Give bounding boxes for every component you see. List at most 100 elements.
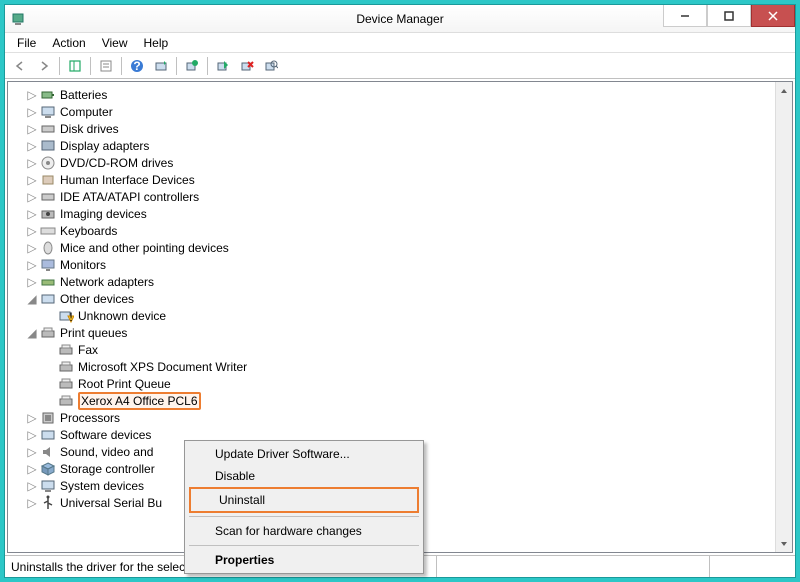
warning-icon: !	[58, 308, 74, 324]
cpu-icon	[40, 410, 56, 426]
tree-node-other[interactable]: ◢Other devices	[26, 290, 788, 307]
tree-node-display[interactable]: ▷Display adapters	[26, 137, 788, 154]
context-menu: Update Driver Software... Disable Uninst…	[184, 440, 424, 574]
tree-node-print-queues[interactable]: ◢Print queues	[26, 324, 788, 341]
separator	[176, 57, 177, 75]
expand-icon[interactable]: ▷	[26, 497, 38, 509]
tree-node-root-print[interactable]: Root Print Queue	[44, 375, 788, 392]
menu-action[interactable]: Action	[44, 34, 93, 52]
tree-node-keyboards[interactable]: ▷Keyboards	[26, 222, 788, 239]
separator	[207, 57, 208, 75]
properties-button[interactable]	[95, 55, 117, 77]
tree-node-disk-drives[interactable]: ▷Disk drives	[26, 120, 788, 137]
tree-node-fax[interactable]: Fax	[44, 341, 788, 358]
menu-separator	[189, 545, 419, 546]
storage-icon	[40, 461, 56, 477]
expand-icon[interactable]: ▷	[26, 174, 38, 186]
tree-node-xps[interactable]: Microsoft XPS Document Writer	[44, 358, 788, 375]
maximize-button[interactable]	[707, 5, 751, 27]
expand-icon[interactable]: ▷	[26, 480, 38, 492]
menu-help[interactable]: Help	[136, 34, 177, 52]
scan-button[interactable]	[150, 55, 172, 77]
svg-text:?: ?	[133, 59, 140, 73]
tree-node-dvd[interactable]: ▷DVD/CD-ROM drives	[26, 154, 788, 171]
sound-icon	[40, 444, 56, 460]
help-button[interactable]: ?	[126, 55, 148, 77]
network-icon	[40, 274, 56, 290]
printer-icon	[40, 325, 56, 341]
keyboard-icon	[40, 223, 56, 239]
tree-node-monitors[interactable]: ▷Monitors	[26, 256, 788, 273]
dvd-icon	[40, 155, 56, 171]
collapse-icon[interactable]: ◢	[26, 327, 38, 339]
expand-icon[interactable]: ▷	[26, 242, 38, 254]
tree-node-hid[interactable]: ▷Human Interface Devices	[26, 171, 788, 188]
other-icon	[40, 291, 56, 307]
scroll-down-icon[interactable]	[776, 535, 792, 552]
forward-button[interactable]	[33, 55, 55, 77]
expand-icon[interactable]: ▷	[26, 463, 38, 475]
disk-icon	[40, 121, 56, 137]
printer-icon	[58, 359, 74, 375]
system-icon	[40, 478, 56, 494]
expand-icon[interactable]: ▷	[26, 157, 38, 169]
monitor-icon	[40, 257, 56, 273]
vertical-scrollbar[interactable]	[775, 82, 792, 552]
expand-icon[interactable]: ▷	[26, 225, 38, 237]
expand-icon[interactable]: ▷	[26, 259, 38, 271]
svg-text:!: !	[69, 310, 72, 324]
show-hide-button[interactable]	[64, 55, 86, 77]
collapse-icon[interactable]: ◢	[26, 293, 38, 305]
expand-icon[interactable]: ▷	[26, 106, 38, 118]
menu-view[interactable]: View	[94, 34, 136, 52]
cm-properties[interactable]: Properties	[187, 549, 421, 571]
menu-file[interactable]: File	[9, 34, 44, 52]
close-button[interactable]	[751, 5, 795, 27]
expand-icon[interactable]: ▷	[26, 208, 38, 220]
minimize-button[interactable]	[663, 5, 707, 27]
battery-icon	[40, 87, 56, 103]
separator	[90, 57, 91, 75]
computer-icon	[40, 104, 56, 120]
tree-node-imaging[interactable]: ▷Imaging devices	[26, 205, 788, 222]
tree-node-mice[interactable]: ▷Mice and other pointing devices	[26, 239, 788, 256]
tree-node-processors[interactable]: ▷Processors	[26, 409, 788, 426]
printer-icon	[58, 342, 74, 358]
scan-hardware-button[interactable]	[260, 55, 282, 77]
expand-icon[interactable]: ▷	[26, 140, 38, 152]
toolbar: ?	[5, 53, 795, 79]
separator	[59, 57, 60, 75]
cm-disable[interactable]: Disable	[187, 465, 421, 487]
uninstall-button[interactable]	[236, 55, 258, 77]
expand-icon[interactable]: ▷	[26, 89, 38, 101]
update-driver-button[interactable]	[181, 55, 203, 77]
tree-node-xerox[interactable]: Xerox A4 Office PCL6	[44, 392, 788, 409]
hid-icon	[40, 172, 56, 188]
software-icon	[40, 427, 56, 443]
menu-separator	[189, 516, 419, 517]
titlebar: Device Manager	[5, 5, 795, 33]
expand-icon[interactable]: ▷	[26, 429, 38, 441]
cm-update-driver[interactable]: Update Driver Software...	[187, 443, 421, 465]
expand-icon[interactable]: ▷	[26, 446, 38, 458]
printer-icon	[58, 376, 74, 392]
cm-scan[interactable]: Scan for hardware changes	[187, 520, 421, 542]
enable-button[interactable]	[212, 55, 234, 77]
expand-icon[interactable]: ▷	[26, 412, 38, 424]
tree-node-ide[interactable]: ▷IDE ATA/ATAPI controllers	[26, 188, 788, 205]
expand-icon[interactable]: ▷	[26, 191, 38, 203]
menubar: File Action View Help	[5, 33, 795, 53]
window-controls	[663, 5, 795, 27]
separator	[121, 57, 122, 75]
cm-uninstall[interactable]: Uninstall	[189, 487, 419, 513]
usb-icon	[40, 495, 56, 511]
expand-icon[interactable]: ▷	[26, 123, 38, 135]
expand-icon[interactable]: ▷	[26, 276, 38, 288]
tree-node-computer[interactable]: ▷Computer	[26, 103, 788, 120]
camera-icon	[40, 206, 56, 222]
tree-node-batteries[interactable]: ▷Batteries	[26, 86, 788, 103]
back-button[interactable]	[9, 55, 31, 77]
scroll-up-icon[interactable]	[776, 82, 792, 99]
tree-node-network[interactable]: ▷Network adapters	[26, 273, 788, 290]
tree-node-unknown[interactable]: !Unknown device	[44, 307, 788, 324]
